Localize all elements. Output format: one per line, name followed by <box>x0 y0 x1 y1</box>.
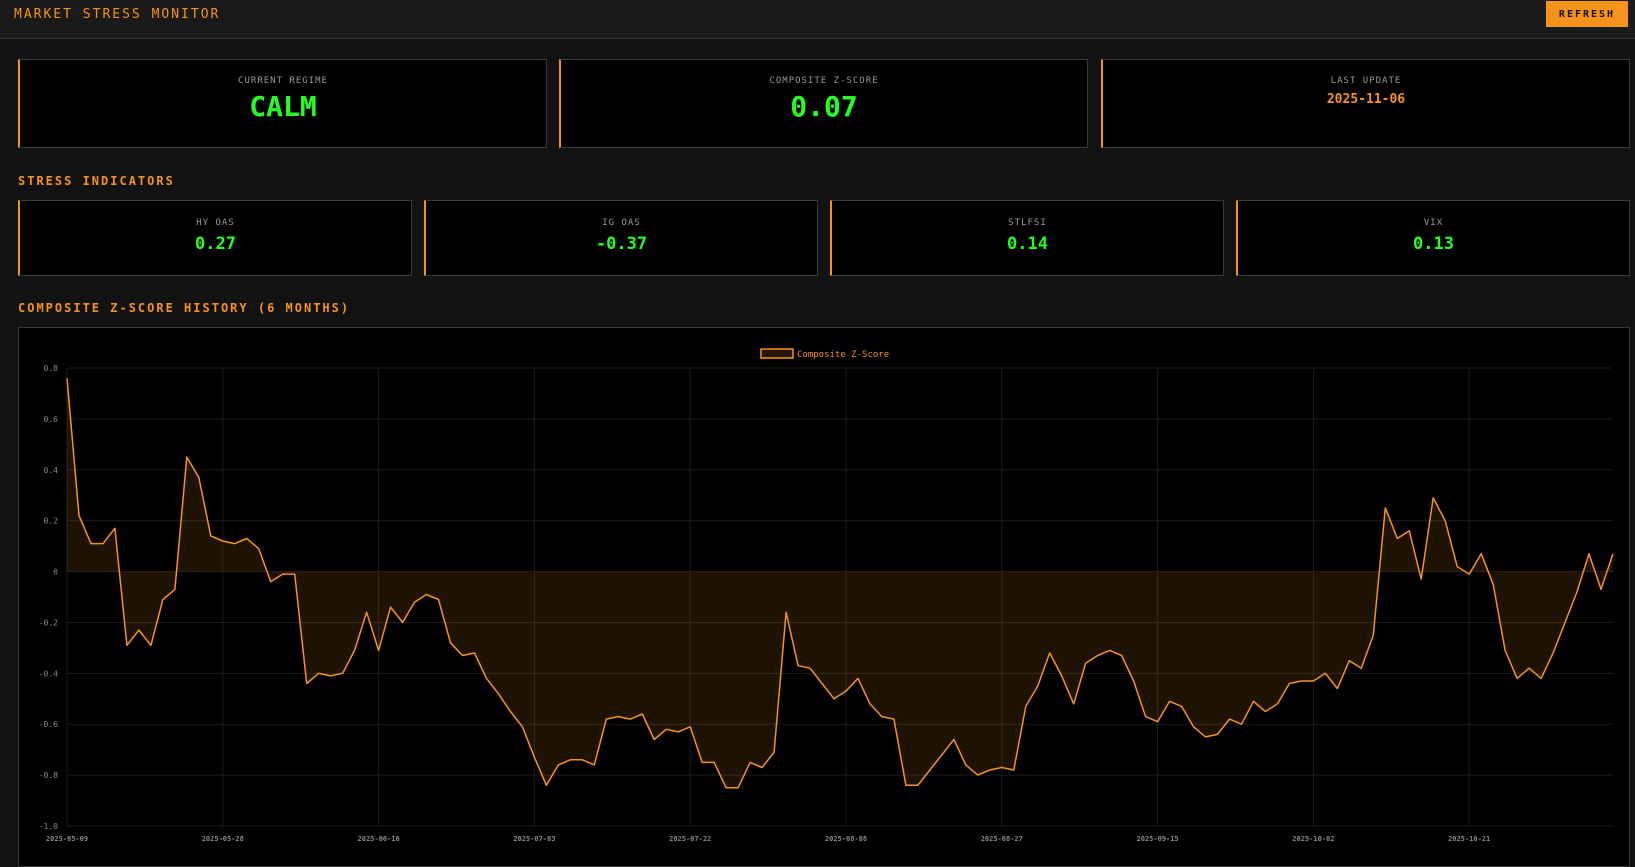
y-tick-label: 0.8 <box>44 364 59 373</box>
x-tick-label: 2025-07-03 <box>513 835 555 843</box>
x-tick-label: 2025-07-22 <box>669 835 711 843</box>
x-tick-label: 2025-05-28 <box>202 835 244 843</box>
zscore-chart: 0.8 0.6 0.4 0.2 0 -0.2 -0.4 -0.6 -0.8 -1.0 2025-05… <box>39 348 1614 843</box>
series-area <box>67 378 1613 788</box>
last-update-card: LAST UPDATE 2025-11-06 <box>1101 59 1630 148</box>
regime-card: CURRENT REGIME CALM <box>18 59 547 148</box>
x-tick-label: 2025-09-15 <box>1137 835 1179 843</box>
y-tick-label: -0.4 <box>39 669 58 678</box>
x-tick-label: 2025-08-08 <box>825 835 867 843</box>
indicator-value: -0.37 <box>595 234 648 254</box>
composite-label: COMPOSITE Z-SCORE <box>769 76 879 86</box>
regime-label: CURRENT REGIME <box>238 76 328 86</box>
y-tick-label: -0.8 <box>39 771 58 780</box>
y-tick-label: 0 <box>53 568 58 577</box>
stress-indicators-title: STRESS INDICATORS <box>18 174 175 188</box>
indicator-label: STLFSI <box>1008 218 1047 228</box>
indicator-value: 0.27 <box>195 234 236 254</box>
last-update-value: 2025-11-06 <box>1326 92 1406 107</box>
chart-container: 0.8 0.6 0.4 0.2 0 -0.2 -0.4 -0.6 -0.8 -1.0 2025-05… <box>18 327 1630 867</box>
y-tick-label: -0.2 <box>39 618 58 627</box>
regime-value: CALM <box>249 90 317 123</box>
indicator-card-ig-oas: IG OAS -0.37 <box>424 200 818 276</box>
indicator-card-vix: VIX 0.13 <box>1236 200 1630 276</box>
y-tick-label: 0.2 <box>44 517 59 526</box>
y-tick-label: 0.4 <box>44 466 59 475</box>
y-tick-label: 0.6 <box>44 415 59 424</box>
indicator-label: IG OAS <box>602 218 641 228</box>
x-tick-label: 2025-08-27 <box>981 835 1023 843</box>
indicator-card-hy-oas: HY OAS 0.27 <box>18 200 412 276</box>
composite-card: COMPOSITE Z-SCORE 0.07 <box>559 59 1088 148</box>
x-tick-label: 2025-10-02 <box>1292 835 1334 843</box>
indicator-label: HY OAS <box>196 218 235 228</box>
composite-value: 0.07 <box>790 90 858 123</box>
app-header: MARKET STRESS MONITOR REFRESH <box>0 0 1635 39</box>
y-tick-label: -1.0 <box>39 822 58 831</box>
x-tick-label: 2025-10-21 <box>1448 835 1490 843</box>
history-title: COMPOSITE Z-SCORE HISTORY (6 MONTHS) <box>18 301 351 315</box>
legend-swatch <box>760 348 794 359</box>
last-update-label: LAST UPDATE <box>1330 76 1402 86</box>
y-tick-label: -0.6 <box>39 720 58 729</box>
x-tick-label: 2025-06-16 <box>358 835 400 843</box>
app-title: MARKET STRESS MONITOR <box>14 7 221 22</box>
indicator-value: 0.13 <box>1413 234 1454 254</box>
indicator-label: VIX <box>1423 218 1444 228</box>
indicator-card-stlfsi: STLFSI 0.14 <box>830 200 1224 276</box>
x-tick-label: 2025-05-09 <box>46 835 88 843</box>
refresh-button[interactable]: REFRESH <box>1546 1 1628 27</box>
legend-label: Composite Z-Score <box>797 350 889 360</box>
indicator-value: 0.14 <box>1007 234 1048 254</box>
